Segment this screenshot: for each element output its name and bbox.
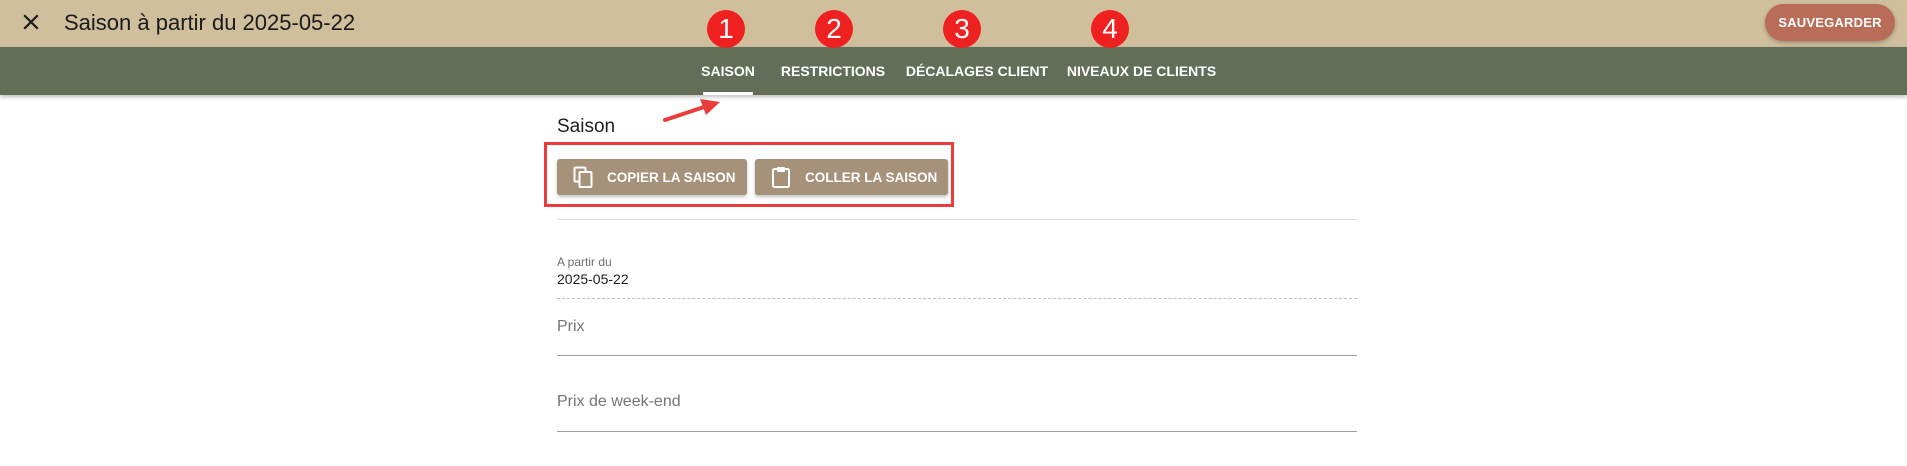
step-badge-2: 2 xyxy=(815,10,853,48)
clipboard-icon xyxy=(771,166,791,188)
step-badge-3: 3 xyxy=(943,10,981,48)
step-badge-4: 4 xyxy=(1091,10,1129,48)
close-button[interactable] xyxy=(14,7,48,41)
close-icon xyxy=(23,13,39,35)
tab-decalages-client[interactable]: DÉCALAGES CLIENT xyxy=(906,47,1048,95)
save-button[interactable]: SAUVEGARDER xyxy=(1765,4,1895,41)
tab-bar: SAISON RESTRICTIONS DÉCALAGES CLIENT NIV… xyxy=(0,47,1907,95)
start-date-label: A partir du xyxy=(557,255,612,269)
price-input[interactable]: Prix xyxy=(557,318,585,336)
tab-saison[interactable]: SAISON xyxy=(701,47,755,95)
weekend-price-input-underline xyxy=(557,431,1357,432)
step-badge-1: 1 xyxy=(707,10,745,48)
copy-season-label: COPIER LA SAISON xyxy=(607,169,736,185)
start-date-underline xyxy=(557,298,1357,299)
tab-niveaux-de-clients[interactable]: NIVEAUX DE CLIENTS xyxy=(1067,47,1216,95)
weekend-price-input[interactable]: Prix de week-end xyxy=(557,393,681,411)
paste-season-button[interactable]: COLLER LA SAISON xyxy=(755,159,948,195)
copy-icon xyxy=(573,166,593,188)
page-title: Saison à partir du 2025-05-22 xyxy=(64,10,356,35)
section-title: Saison xyxy=(557,116,616,137)
section-divider xyxy=(557,219,1357,220)
price-input-underline xyxy=(557,355,1357,356)
tab-restrictions[interactable]: RESTRICTIONS xyxy=(781,47,885,95)
paste-season-label: COLLER LA SAISON xyxy=(805,169,938,185)
pointer-arrow-icon xyxy=(660,96,725,131)
start-date-value: 2025-05-22 xyxy=(557,271,629,287)
copy-season-button[interactable]: COPIER LA SAISON xyxy=(557,159,747,195)
